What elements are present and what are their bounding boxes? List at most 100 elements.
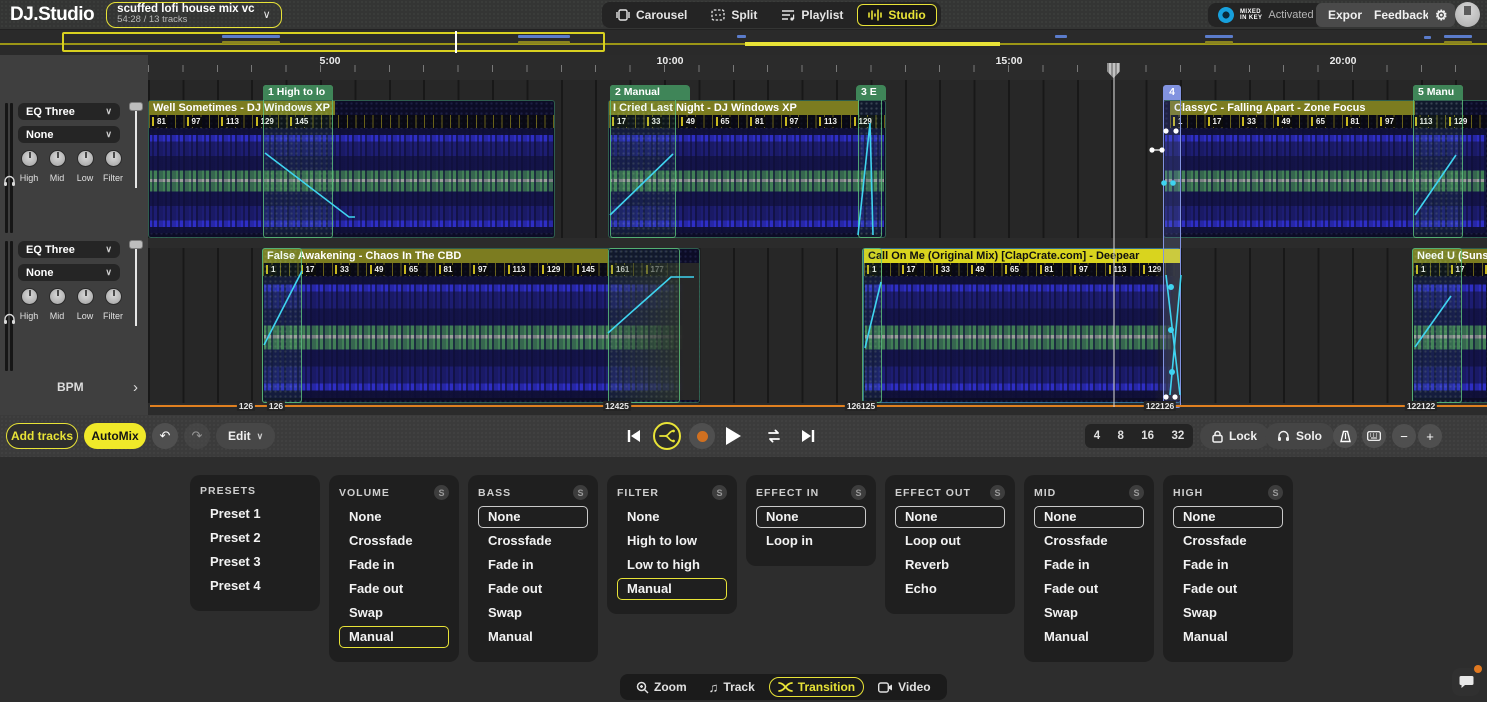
transition-badge-3[interactable]: 3 E [856, 85, 886, 100]
sync-badge[interactable]: S [712, 485, 727, 500]
zoom-in-button[interactable]: + [1418, 424, 1442, 448]
transition-4-region-selected[interactable] [1163, 85, 1181, 408]
panel-option[interactable]: Swap [1173, 602, 1283, 624]
panel-option[interactable]: Loop out [895, 530, 1005, 552]
panel-option[interactable]: None [478, 506, 588, 528]
panel-option[interactable]: Manual [478, 626, 588, 648]
panel-option[interactable]: Crossfade [339, 530, 449, 552]
record-button[interactable] [689, 423, 715, 449]
bpm-automation-line[interactable] [150, 405, 1487, 407]
redo-button[interactable]: ↷ [184, 423, 210, 449]
panel-option[interactable]: None [1034, 506, 1144, 528]
eq-knob[interactable]: High [16, 150, 42, 183]
panel-option[interactable]: Preset 4 [200, 575, 310, 597]
panel-option[interactable]: Loop in [756, 530, 866, 552]
panel-option[interactable]: Reverb [895, 554, 1005, 576]
time-ruler[interactable] [148, 65, 1487, 72]
jump-to-transition-button[interactable] [653, 422, 681, 450]
panel-option[interactable]: High to low [617, 530, 727, 552]
eq-knob[interactable]: Low [72, 288, 98, 321]
panel-option[interactable]: Echo [895, 578, 1005, 600]
metronome-button[interactable] [1333, 424, 1357, 448]
sync-badge[interactable]: S [1129, 485, 1144, 500]
zoom-out-button[interactable]: − [1392, 424, 1416, 448]
panel-option[interactable]: None [756, 506, 866, 528]
panel-option[interactable]: Swap [478, 602, 588, 624]
sync-badge[interactable]: S [1268, 485, 1283, 500]
deck-a-eq-select[interactable]: EQ Three ∨ [18, 103, 120, 120]
panel-option[interactable]: Fade out [1034, 578, 1144, 600]
transition-2-region-row2[interactable] [608, 248, 680, 403]
knob-dial[interactable] [77, 150, 94, 167]
overview-playhead[interactable] [455, 31, 457, 53]
panel-option[interactable]: None [617, 506, 727, 528]
sync-badge[interactable]: S [573, 485, 588, 500]
transition-5-region-row2[interactable] [1412, 248, 1462, 403]
sync-badge[interactable]: S [434, 485, 449, 500]
panel-option[interactable]: None [1173, 506, 1283, 528]
deck-a-volume-slider[interactable] [135, 106, 137, 188]
skip-back-button[interactable] [626, 428, 642, 444]
solo-button[interactable]: Solo [1265, 423, 1334, 449]
beat-jump-option[interactable]: 16 [1141, 430, 1154, 442]
panel-option[interactable]: Preset 2 [200, 527, 310, 549]
panel-option[interactable]: Low to high [617, 554, 727, 576]
loop-button[interactable] [765, 428, 783, 444]
transition-badge-4-selected[interactable]: 4 [1163, 85, 1181, 100]
panel-option[interactable]: Fade out [478, 578, 588, 600]
knob-dial[interactable] [49, 288, 66, 305]
eq-knob[interactable]: Mid [44, 288, 70, 321]
overview-viewport[interactable] [62, 32, 605, 52]
bpm-panel-toggle[interactable]: BPM › [0, 377, 148, 397]
headphones-cue-icon[interactable] [3, 313, 16, 325]
headphones-cue-icon[interactable] [3, 175, 16, 187]
transition-1-region-row1[interactable] [263, 85, 333, 238]
eq-knob[interactable]: High [16, 288, 42, 321]
clip-call-on-me[interactable]: Call On Me (Original Mix) [ClapCrate.com… [863, 248, 1181, 403]
transition-3-region-row1[interactable] [858, 85, 882, 238]
transition-3-region-row2[interactable] [862, 248, 882, 403]
deck-a-effect-select[interactable]: None ∨ [18, 126, 120, 143]
project-selector[interactable]: scuffed lofi house mix vc 54:28 / 13 tra… [106, 2, 281, 28]
deck-b-effect-select[interactable]: None ∨ [18, 264, 120, 281]
eq-knob[interactable]: Filter [100, 288, 126, 321]
undo-button[interactable]: ↶ [152, 423, 178, 449]
knob-dial[interactable] [105, 150, 122, 167]
tab-carousel[interactable]: Carousel [606, 5, 697, 25]
sync-badge[interactable]: S [990, 485, 1005, 500]
panel-option[interactable]: Swap [339, 602, 449, 624]
knob-dial[interactable] [21, 288, 38, 305]
lock-button[interactable]: Lock [1200, 423, 1269, 449]
tool-video[interactable]: Video [870, 678, 938, 696]
tab-studio[interactable]: Studio [857, 4, 936, 26]
panel-option[interactable]: Crossfade [1173, 530, 1283, 552]
eq-knob[interactable]: Filter [100, 150, 126, 183]
deck-b-volume-slider[interactable] [135, 244, 137, 326]
keyboard-shortcuts-button[interactable] [1362, 424, 1386, 448]
knob-dial[interactable] [49, 150, 66, 167]
panel-option[interactable]: Fade in [339, 554, 449, 576]
knob-dial[interactable] [105, 288, 122, 305]
panel-option[interactable]: None [339, 506, 449, 528]
transition-2-region-row1[interactable] [610, 85, 676, 238]
panel-option[interactable]: Fade out [1173, 578, 1283, 600]
transition-5-region-row1[interactable] [1413, 85, 1463, 238]
panel-option[interactable]: Fade out [339, 578, 449, 600]
mixedinkey-license[interactable]: MIXED IN KEY Activated [1208, 3, 1324, 27]
tool-track[interactable]: ♫ Track [701, 678, 763, 697]
edit-menu-button[interactable]: Edit ∨ [216, 423, 275, 449]
tool-zoom[interactable]: Zoom [628, 678, 695, 696]
deck-b-volume-handle[interactable] [129, 240, 143, 249]
panel-option[interactable]: Manual [1173, 626, 1283, 648]
panel-option[interactable]: Fade in [1173, 554, 1283, 576]
transition-badge-5[interactable]: 5 Manu [1413, 85, 1463, 100]
panel-option[interactable]: Fade in [1034, 554, 1144, 576]
automix-button[interactable]: AutoMix [84, 423, 146, 449]
tab-split[interactable]: Split [701, 5, 767, 25]
avatar[interactable] [1455, 2, 1480, 27]
settings-button[interactable]: ⚙ [1428, 3, 1455, 27]
play-button[interactable] [726, 427, 741, 445]
deck-a-volume-handle[interactable] [129, 102, 143, 111]
skip-forward-button[interactable] [800, 428, 816, 444]
timeline-editor[interactable]: 5:00 10:00 15:00 20:00 Well Sometimes - … [148, 55, 1487, 415]
